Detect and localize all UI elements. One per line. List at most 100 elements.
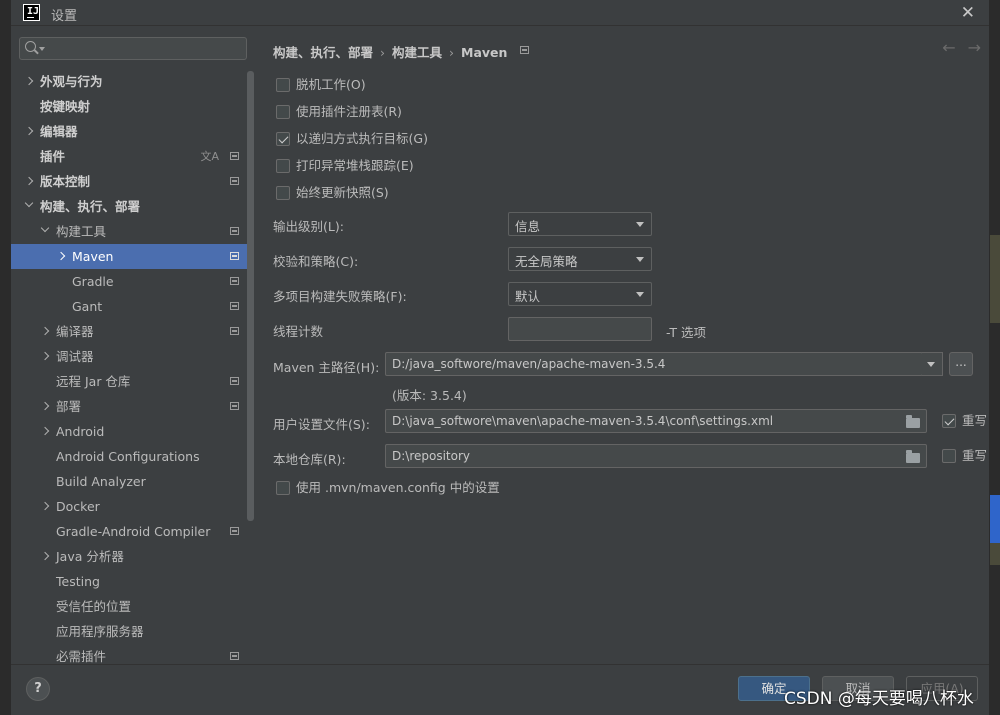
stack-trace-checkbox[interactable] (276, 159, 290, 173)
maven-settings-panel: 构建、执行、部署 › 构建工具 › Maven ← → 脱机工作(O) 使用插件注册表(R… (256, 27, 989, 664)
checksum-policy-label: 校验和策略(C): (273, 254, 359, 269)
offline-label: 脱机工作(O) (296, 77, 366, 92)
sidebar-item-label: 外观与行为 (40, 74, 103, 89)
always-update-checkbox[interactable] (276, 186, 290, 200)
sidebar-item[interactable]: 编辑器 (11, 119, 247, 144)
project-scope-icon (230, 152, 239, 160)
stack-trace-label: 打印异常堆栈跟踪(E) (296, 158, 414, 173)
folder-icon[interactable] (906, 415, 920, 428)
breadcrumb-separator: › (449, 45, 455, 60)
translate-icon: 文A (200, 150, 219, 163)
chevron-right-icon[interactable] (40, 426, 50, 436)
sidebar-item[interactable]: 编译器 (11, 319, 247, 344)
maven-home-browse-button[interactable]: ... (949, 352, 973, 376)
sidebar-item[interactable]: Gradle-Android Compiler (11, 519, 247, 544)
chevron-down-icon[interactable] (40, 223, 50, 233)
chevron-right-icon[interactable] (24, 126, 34, 136)
back-arrow-icon[interactable]: ← (942, 38, 955, 57)
thread-count-input[interactable] (508, 317, 652, 341)
forward-arrow-icon[interactable]: → (968, 38, 981, 57)
chevron-down-icon (636, 222, 644, 227)
sidebar-item[interactable]: 外观与行为 (11, 69, 247, 94)
offline-checkbox[interactable] (276, 78, 290, 92)
background-editor-strip (990, 543, 1000, 565)
settings-search[interactable] (19, 37, 247, 60)
history-navigation: ← → (930, 38, 981, 57)
sidebar-item[interactable]: Docker (11, 494, 247, 519)
sidebar-item[interactable]: Gradle (11, 269, 247, 294)
sidebar-item[interactable]: Java 分析器 (11, 544, 247, 569)
chevron-right-icon[interactable] (40, 501, 50, 511)
chevron-right-icon[interactable] (24, 76, 34, 86)
sidebar-item[interactable]: 构建工具 (11, 219, 247, 244)
sidebar-scrollbar[interactable] (247, 71, 254, 521)
chevron-right-icon[interactable] (40, 326, 50, 336)
breadcrumb-item-build[interactable]: 构建、执行、部署 (273, 45, 373, 60)
sidebar-item[interactable]: Android Configurations (11, 444, 247, 469)
maven-version-text: (版本: 3.5.4) (392, 388, 467, 403)
project-scope-icon (230, 527, 239, 535)
project-scope-icon (230, 377, 239, 385)
breadcrumb-item-build-tools[interactable]: 构建工具 (392, 45, 442, 60)
sidebar-item[interactable]: 部署 (11, 394, 247, 419)
sidebar-item-label: 受信任的位置 (56, 599, 132, 614)
chevron-right-icon[interactable] (40, 551, 50, 561)
maven-home-label: Maven 主路径(H): (273, 360, 380, 375)
local-repo-field (385, 444, 927, 468)
settings-tree: 外观与行为按键映射编辑器插件 文A 版本控制构建、执行、部署构建工具 Maven Gra… (11, 69, 247, 669)
recursive-checkbox[interactable] (276, 132, 290, 146)
breadcrumb: 构建、执行、部署 › 构建工具 › Maven (273, 42, 507, 61)
local-repo-input[interactable] (385, 444, 927, 468)
checksum-policy-select[interactable]: 无全局策略 (508, 247, 652, 271)
sidebar-item[interactable]: Testing (11, 569, 247, 594)
mvn-config-checkbox[interactable] (276, 481, 290, 495)
sidebar-item[interactable]: Gant (11, 294, 247, 319)
chevron-right-icon[interactable] (24, 176, 34, 186)
plugin-registry-checkbox[interactable] (276, 105, 290, 119)
sidebar-item[interactable]: Build Analyzer (11, 469, 247, 494)
search-icon (25, 41, 36, 52)
chevron-right-icon[interactable] (40, 401, 50, 411)
sidebar-item[interactable]: 版本控制 (11, 169, 247, 194)
sidebar-item[interactable]: 调试器 (11, 344, 247, 369)
sidebar-item[interactable]: Maven (11, 244, 247, 269)
sidebar-item[interactable]: Android (11, 419, 247, 444)
chevron-right-icon[interactable] (40, 351, 50, 361)
close-button[interactable]: ✕ (961, 3, 975, 23)
output-level-select[interactable]: 信息 (508, 212, 652, 236)
sidebar-item[interactable]: 应用程序服务器 (11, 619, 247, 644)
output-level-value: 信息 (515, 219, 541, 234)
maven-home-dropdown[interactable] (922, 352, 943, 376)
sidebar-item-label: 调试器 (56, 349, 94, 364)
sidebar-item[interactable]: 构建、执行、部署 (11, 194, 247, 219)
sidebar-item-label: 构建工具 (56, 224, 107, 239)
chevron-down-icon[interactable] (39, 47, 45, 51)
sidebar-item[interactable]: 插件 文A (11, 144, 247, 169)
sidebar-item[interactable]: 远程 Jar 仓库 (11, 369, 247, 394)
local-repo-override-label: 重写 (962, 448, 988, 463)
folder-icon[interactable] (906, 450, 920, 463)
search-input[interactable] (48, 40, 238, 57)
sidebar-item-label: 按键映射 (40, 99, 91, 114)
output-level-label: 输出级别(L): (273, 219, 344, 234)
chevron-down-icon (636, 292, 644, 297)
user-settings-input[interactable] (385, 409, 927, 433)
sidebar-item-label: Testing (56, 574, 100, 589)
chevron-down-icon[interactable] (24, 198, 34, 208)
chevron-right-icon[interactable] (56, 251, 66, 261)
recursive-label: 以递归方式执行目标(G) (296, 131, 428, 146)
user-settings-override-label: 重写 (962, 413, 988, 428)
user-settings-field (385, 409, 927, 433)
sidebar-item-label: Gradle (72, 274, 114, 289)
fail-policy-select[interactable]: 默认 (508, 282, 652, 306)
sidebar-item-label: 构建、执行、部署 (40, 199, 141, 214)
user-settings-override-checkbox[interactable] (942, 414, 956, 428)
maven-home-input[interactable] (385, 352, 923, 376)
sidebar-item-label: 编辑器 (40, 124, 78, 139)
sidebar-item[interactable]: 按键映射 (11, 94, 247, 119)
help-button[interactable]: ? (26, 677, 50, 701)
thread-count-suffix: -T 选项 (666, 325, 706, 340)
sidebar-item[interactable]: 受信任的位置 (11, 594, 247, 619)
local-repo-override-checkbox[interactable] (942, 449, 956, 463)
background-editor-strip (990, 495, 1000, 543)
